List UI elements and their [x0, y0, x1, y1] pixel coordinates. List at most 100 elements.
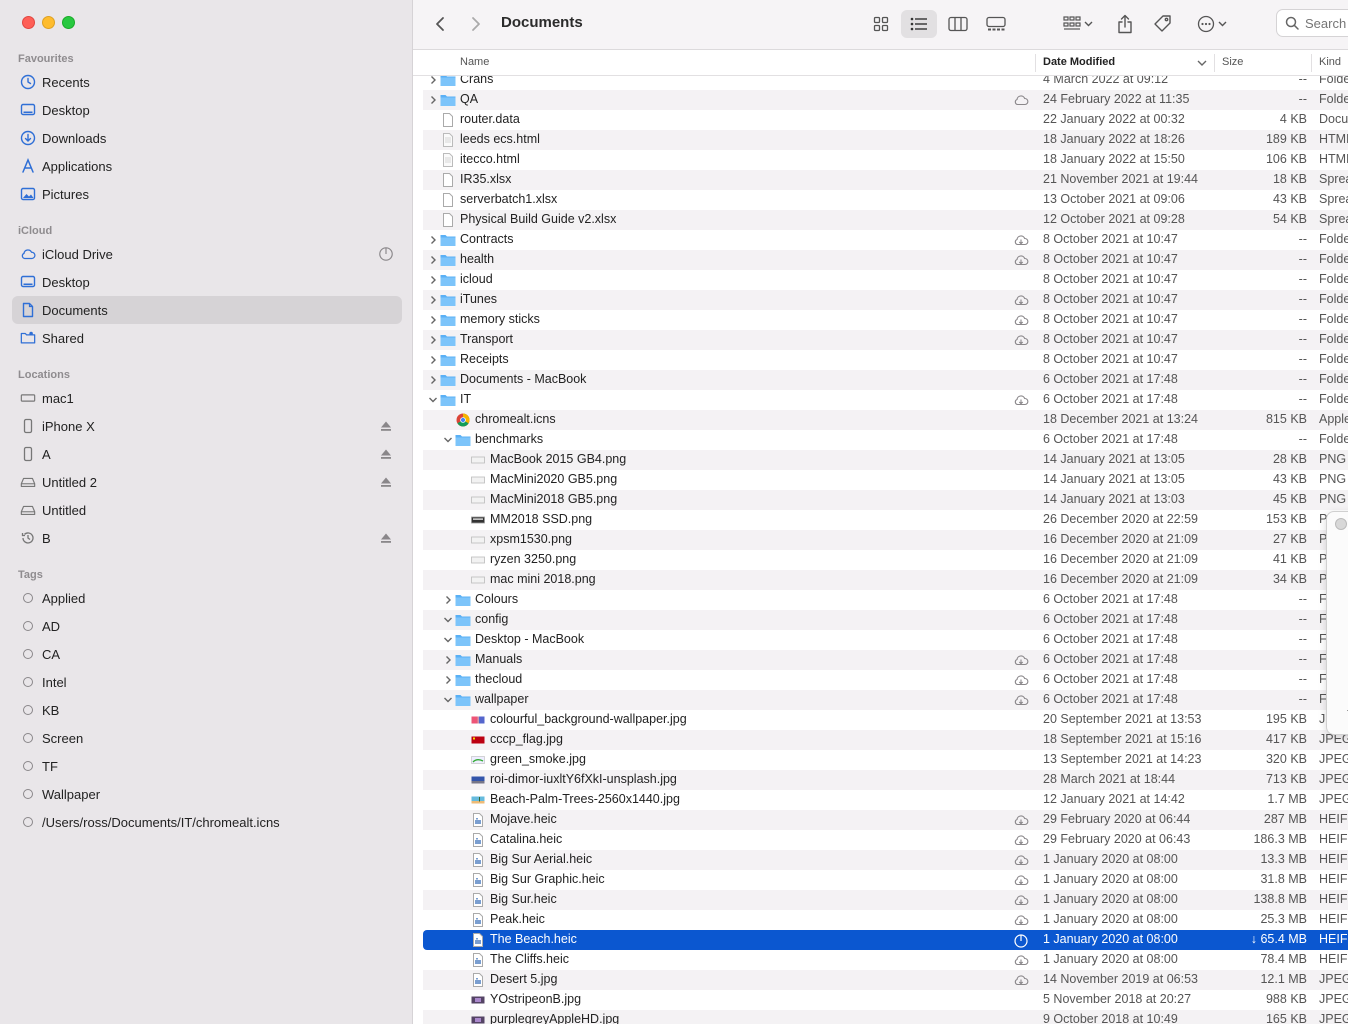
table-row[interactable]: Documents - MacBook 6 October 2021 at 17:… — [423, 370, 1348, 390]
sidebar-item-location-iphone-x[interactable]: iPhone X — [12, 412, 402, 440]
table-row[interactable]: QA24 February 2022 at 11:35--Folder — [423, 90, 1348, 110]
table-row[interactable]: Peak.heic 1 January 2020 at 08:00 25.3 MB H… — [423, 910, 1348, 930]
table-row[interactable]: YOstripeonB.jpg 5 November 2018 at 20:27 9… — [423, 990, 1348, 1010]
sidebar-item-location-b[interactable]: B — [12, 524, 402, 552]
table-row[interactable]: Colours 6 October 2021 at 17:48 -- F — [423, 590, 1348, 610]
table-row[interactable]: Crans4 March 2022 at 09:12--Folder — [423, 76, 1348, 90]
table-row[interactable]: Big Sur Graphic.heic 1 January 2020 at 08… — [423, 870, 1348, 890]
share-button[interactable] — [1111, 10, 1139, 38]
sidebar-tag[interactable]: /Users/ross/Documents/IT/chromealt.icns — [12, 808, 402, 836]
sidebar-item-icloud-documents[interactable]: Documents — [12, 296, 402, 324]
column-size-header[interactable]: Size — [1222, 56, 1243, 68]
sidebar-tag[interactable]: AD — [12, 612, 402, 640]
table-row[interactable]: The Cliffs.heic 1 January 2020 at 08:00 78… — [423, 950, 1348, 970]
search-field[interactable] — [1276, 9, 1348, 37]
table-row[interactable]: Catalina.heic 29 February 2020 at 06:43 18… — [423, 830, 1348, 850]
table-row[interactable]: Mojave.heic 29 February 2020 at 06:44 287 … — [423, 810, 1348, 830]
sidebar-tag[interactable]: Screen — [12, 724, 402, 752]
sidebar-item-icloud-desktop[interactable]: Desktop — [12, 268, 402, 296]
table-row[interactable]: Physical Build Guide v2.xlsx 12 October 2… — [423, 210, 1348, 230]
table-row[interactable]: mac mini 2018.png 16 December 2020 at 21:… — [423, 570, 1348, 590]
sidebar-tag[interactable]: Wallpaper — [12, 780, 402, 808]
table-row[interactable]: router.data 22 January 2022 at 00:32 4 KB D… — [423, 110, 1348, 130]
table-row[interactable]: Contracts8 October 2021 at 10:47--Folder — [423, 230, 1348, 250]
back-button[interactable] — [427, 10, 453, 38]
eject-icon[interactable] — [378, 474, 394, 490]
table-row[interactable]: config 6 October 2021 at 17:48 -- F — [423, 610, 1348, 630]
table-row[interactable]: The Beach.heic 1 January 2020 at 08:00 ↓ 6… — [423, 930, 1348, 950]
table-row[interactable]: Big Sur Aerial.heic 1 January 2020 at 08:… — [423, 850, 1348, 870]
group-by-button[interactable] — [1057, 10, 1099, 38]
sidebar-tag[interactable]: Intel — [12, 668, 402, 696]
table-row[interactable]: MacMini2020 GB5.png 14 January 2021 at 13… — [423, 470, 1348, 490]
list-view-button[interactable] — [901, 10, 937, 38]
table-row[interactable]: ryzen 3250.png 16 December 2020 at 21:09 4… — [423, 550, 1348, 570]
sidebar-tag[interactable]: TF — [12, 752, 402, 780]
table-row[interactable]: Desert 5.jpg 14 November 2019 at 06:53 12.… — [423, 970, 1348, 990]
progress-ring-icon[interactable] — [378, 246, 394, 262]
column-view-button[interactable] — [943, 10, 973, 38]
column-date-header[interactable]: Date Modified — [1043, 56, 1115, 68]
table-row[interactable]: benchmarks 6 October 2021 at 17:48 -- Folde… — [423, 430, 1348, 450]
panel-control-icon[interactable] — [1335, 518, 1347, 530]
table-row[interactable]: roi-dimor-iuxltY6fXkI-unsplash.jpg 28 Mar… — [423, 770, 1348, 790]
table-row[interactable]: Beach-Palm-Trees-2560x1440.jpg 12 January… — [423, 790, 1348, 810]
sidebar-item-location-untitled-2[interactable]: Untitled 2 — [12, 468, 402, 496]
column-divider[interactable] — [1311, 54, 1312, 72]
table-row[interactable]: Big Sur.heic 1 January 2020 at 08:00 138.8… — [423, 890, 1348, 910]
table-row[interactable]: iTunes8 October 2021 at 10:47--Folder — [423, 290, 1348, 310]
eject-icon[interactable] — [378, 418, 394, 434]
table-row[interactable]: icloud8 October 2021 at 10:47--Folder — [423, 270, 1348, 290]
sidebar-tag[interactable]: KB — [12, 696, 402, 724]
sidebar-item-downloads[interactable]: Downloads — [12, 124, 402, 152]
table-row[interactable]: Desktop - MacBook 6 October 2021 at 17:48… — [423, 630, 1348, 650]
sidebar-item-location-a[interactable]: A — [12, 440, 402, 468]
table-row[interactable]: serverbatch1.xlsx 13 October 2021 at 09:0… — [423, 190, 1348, 210]
zoom-window-button[interactable] — [62, 16, 75, 29]
table-row[interactable]: health8 October 2021 at 10:47--Folder — [423, 250, 1348, 270]
close-window-button[interactable] — [22, 16, 35, 29]
table-row[interactable]: leeds ecs.html 18 January 2022 at 18:26 18… — [423, 130, 1348, 150]
search-input[interactable] — [1305, 15, 1348, 31]
table-row[interactable]: MacMini2018 GB5.png 14 January 2021 at 13… — [423, 490, 1348, 510]
sidebar-item-desktop[interactable]: Desktop — [12, 96, 402, 124]
table-row[interactable]: chromealt.icns 18 December 2021 at 13:24 8… — [423, 410, 1348, 430]
table-row[interactable]: colourful_background-wallpaper.jpg 20 Sep… — [423, 710, 1348, 730]
table-row[interactable]: thecloud 6 October 2021 at 17:48 -- F — [423, 670, 1348, 690]
forward-button[interactable] — [463, 10, 489, 38]
column-kind-header[interactable]: Kind — [1319, 56, 1341, 68]
icon-view-button[interactable] — [866, 10, 896, 38]
table-row[interactable]: cccp_flag.jpg 18 September 2021 at 15:16 4… — [423, 730, 1348, 750]
sidebar-item-applications[interactable]: Applications — [12, 152, 402, 180]
sidebar-item-location-untitled[interactable]: Untitled — [12, 496, 402, 524]
action-menu-button[interactable] — [1193, 10, 1233, 38]
sidebar-item-pictures[interactable]: Pictures — [12, 180, 402, 208]
minimize-window-button[interactable] — [42, 16, 55, 29]
table-row[interactable]: itecco.html 18 January 2022 at 15:50 106 K… — [423, 150, 1348, 170]
table-row[interactable]: memory sticks 8 October 2021 at 10:47 -- Fo… — [423, 310, 1348, 330]
sidebar-tag[interactable]: Applied — [12, 584, 402, 612]
sidebar-item-icloud-icloud-drive[interactable]: iCloud Drive — [12, 240, 402, 268]
column-divider[interactable] — [1035, 54, 1036, 72]
table-row[interactable]: purplegreyAppleHD.jpg 9 October 2018 at 1… — [423, 1010, 1348, 1024]
table-row[interactable]: Transport8 October 2021 at 10:47--Folder — [423, 330, 1348, 350]
table-row[interactable]: green_smoke.jpg 13 September 2021 at 14:2… — [423, 750, 1348, 770]
file-list[interactable]: Crans4 March 2022 at 09:12--FolderQA24 F… — [413, 76, 1348, 1024]
table-row[interactable]: MacBook 2015 GB4.png 14 January 2021 at 1… — [423, 450, 1348, 470]
table-row[interactable]: wallpaper 6 October 2021 at 17:48 -- F — [423, 690, 1348, 710]
table-row[interactable]: IR35.xlsx 21 November 2021 at 19:44 18 KB S… — [423, 170, 1348, 190]
gallery-view-button[interactable] — [981, 10, 1011, 38]
floating-panel[interactable] — [1326, 511, 1348, 735]
sidebar-item-location-mac1[interactable]: mac1 — [12, 384, 402, 412]
column-name-header[interactable]: Name — [460, 56, 489, 68]
eject-icon[interactable] — [378, 530, 394, 546]
eject-icon[interactable] — [378, 446, 394, 462]
sidebar-item-icloud-shared[interactable]: Shared — [12, 324, 402, 352]
table-row[interactable]: IT6 October 2021 at 17:48--Folder — [423, 390, 1348, 410]
table-row[interactable]: MM2018 SSD.png 26 December 2020 at 22:59 1… — [423, 510, 1348, 530]
column-divider[interactable] — [1214, 54, 1215, 72]
table-row[interactable]: Receipts8 October 2021 at 10:47--Folder — [423, 350, 1348, 370]
table-row[interactable]: xpsm1530.png 16 December 2020 at 21:09 27 … — [423, 530, 1348, 550]
edit-tags-button[interactable] — [1149, 10, 1177, 38]
sidebar-tag[interactable]: CA — [12, 640, 402, 668]
